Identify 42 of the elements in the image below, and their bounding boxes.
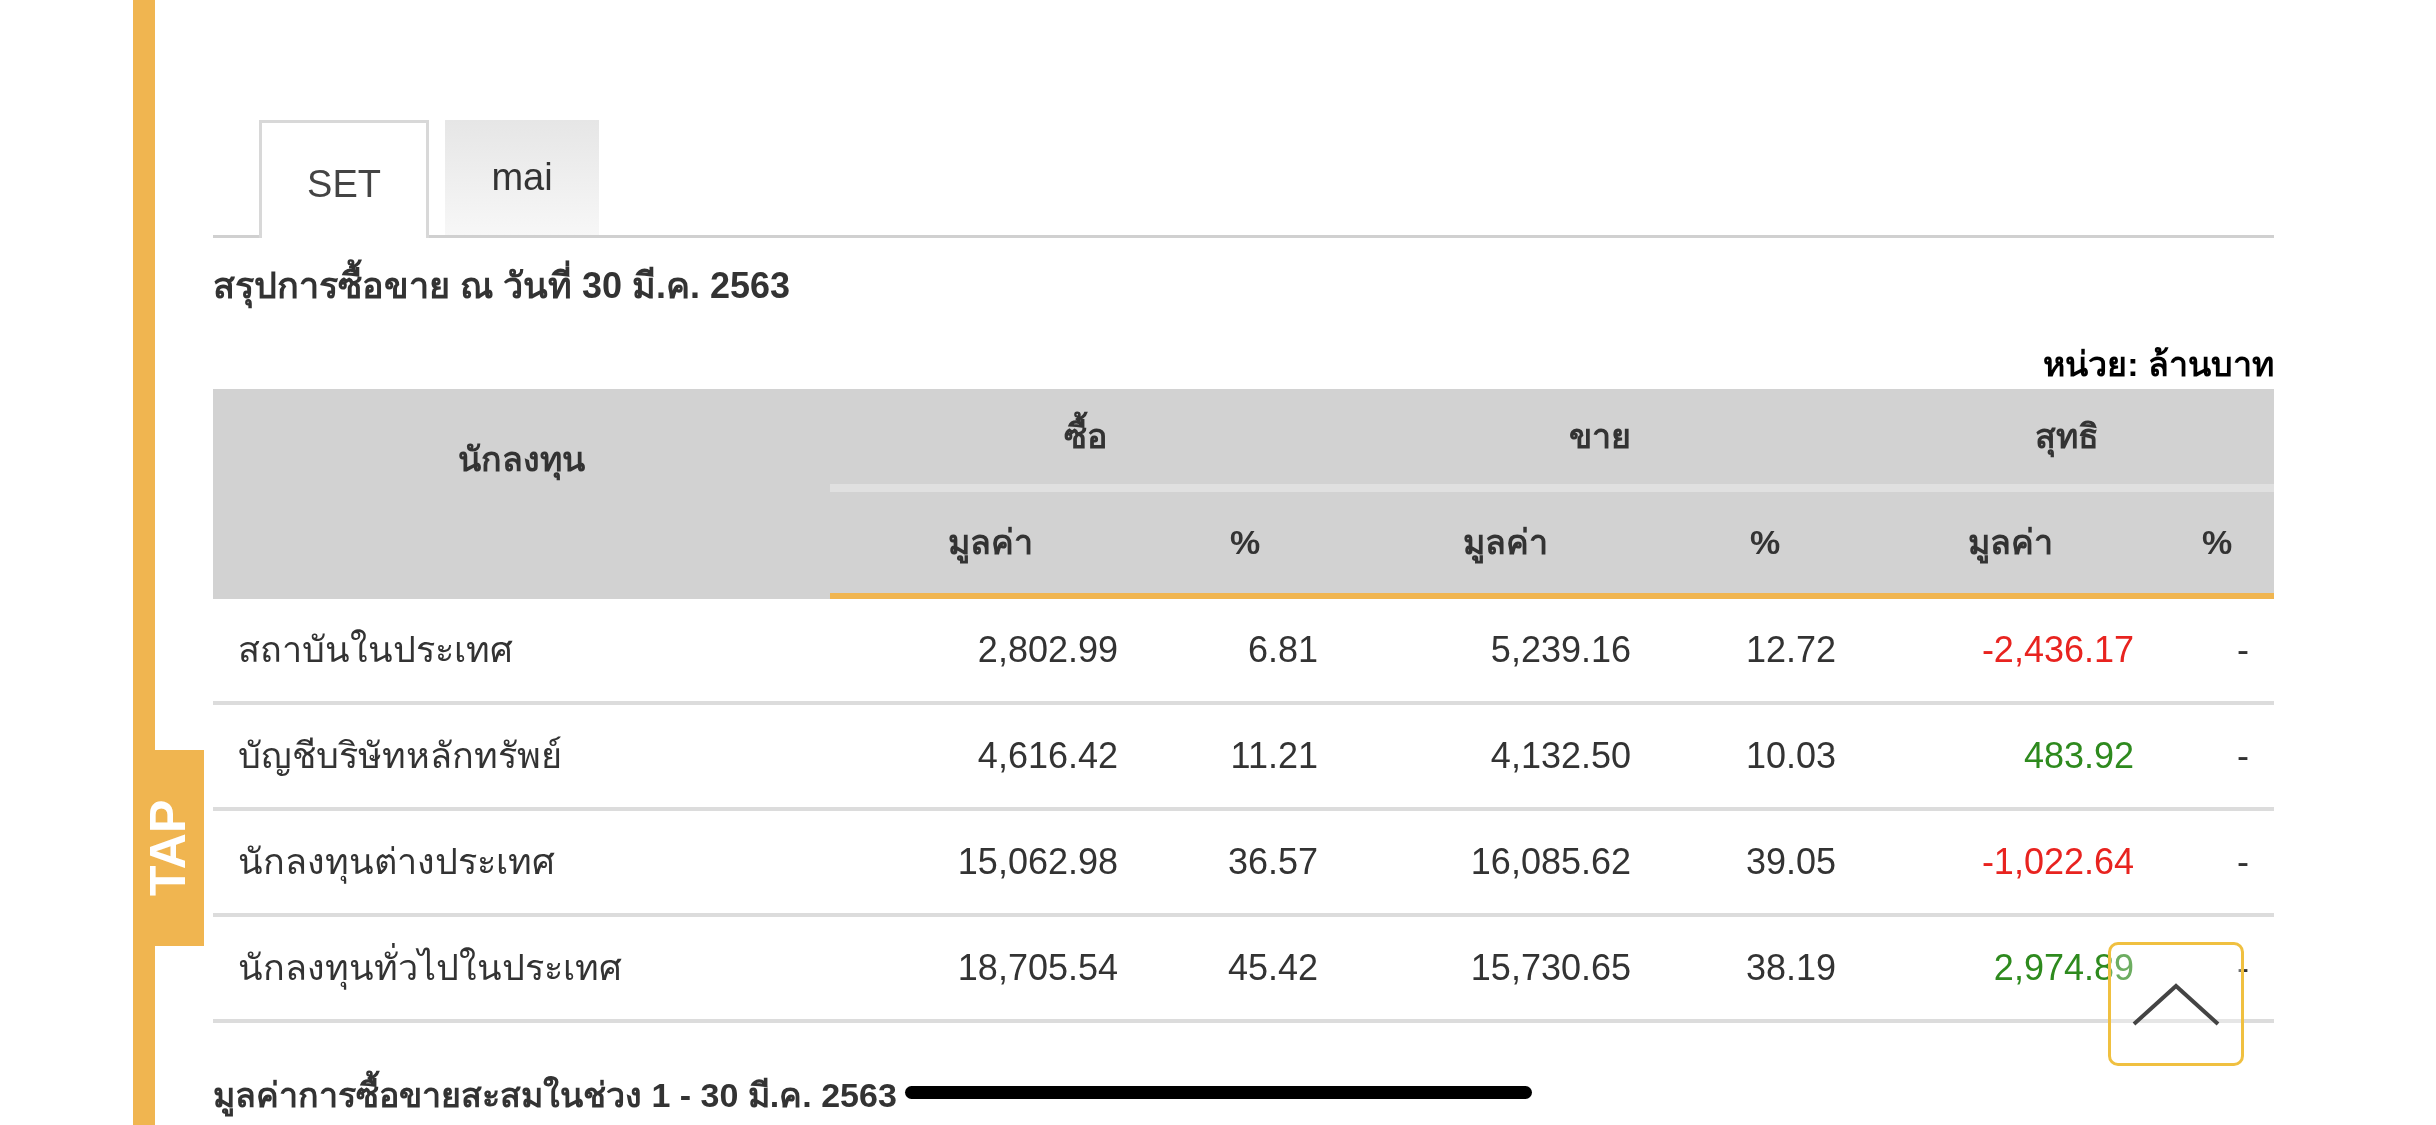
column-header: %: [1670, 492, 1860, 599]
table-cell-text: สถาบันในประเทศ: [237, 628, 514, 672]
column-group-header: ซื้อ: [830, 389, 1340, 492]
tab[interactable]: mai: [445, 120, 599, 235]
table-cell-text: -1,022.64: [1980, 840, 2135, 884]
table-cell-text: 2,802.99: [976, 628, 1119, 672]
table-cell-text: นักลงทุนต่างประเทศ: [237, 840, 556, 886]
unit-label: หน่วย: ล้านบาท: [2043, 344, 2274, 385]
table-cell-text: บัญชีบริษัทหลักทรัพย์: [237, 734, 563, 778]
table-cell-text: 6.81: [1246, 628, 1319, 672]
summary-title: สรุปการซื้อขาย ณ วันที่ 30 มี.ค. 2563: [213, 256, 791, 316]
table-cell-text: 45.42: [1226, 946, 1319, 990]
table-cell-text: 10.03: [1744, 734, 1837, 778]
table-cell-text: -: [2236, 628, 2250, 672]
tab[interactable]: SET: [259, 120, 429, 238]
table-cell-text: 483.92: [2022, 734, 2135, 778]
chevron-up-icon: [2132, 982, 2220, 1026]
column-header: นักลงทุน: [213, 389, 830, 599]
table-cell-text: 36.57: [1226, 840, 1319, 884]
column-group-header: ขาย: [1340, 389, 1860, 492]
column-header: มูลค่า: [1340, 492, 1670, 599]
column-header: %: [2160, 492, 2274, 599]
column-group-header: สุทธิ: [1860, 389, 2274, 492]
table-cell-text: 38.19: [1744, 946, 1837, 990]
column-header: %: [1150, 492, 1340, 599]
table-cell-text: 15,730.65: [1469, 946, 1632, 990]
table-cell-text: -: [2236, 734, 2250, 778]
table-cell-text: 12.72: [1744, 628, 1837, 672]
table-cell: นักลงทุนทั่วไปในประเทศ: [213, 941, 830, 995]
table-cell-text: 4,132.50: [1489, 734, 1632, 778]
table-cell-text: 11.21: [1229, 734, 1319, 778]
table-cell-text: 5,239.16: [1489, 628, 1632, 672]
table-cell-text: 39.05: [1744, 840, 1837, 884]
section-heading: มูลค่าการซื้อขายสะสมในช่วง 1 - 30 มี.ค. 2563: [213, 1067, 897, 1123]
table-cell-text: 4,616.42: [976, 734, 1119, 778]
table-cell-text: 15,062.98: [956, 840, 1119, 884]
table-cell-text: -: [2236, 840, 2250, 884]
table-cell-text: 16,085.62: [1469, 840, 1632, 884]
column-header: มูลค่า: [830, 492, 1150, 599]
table-cell-text: -2,436.17: [1980, 628, 2135, 672]
column-header: มูลค่า: [1860, 492, 2160, 599]
table-cell-text: 18,705.54: [956, 946, 1119, 990]
